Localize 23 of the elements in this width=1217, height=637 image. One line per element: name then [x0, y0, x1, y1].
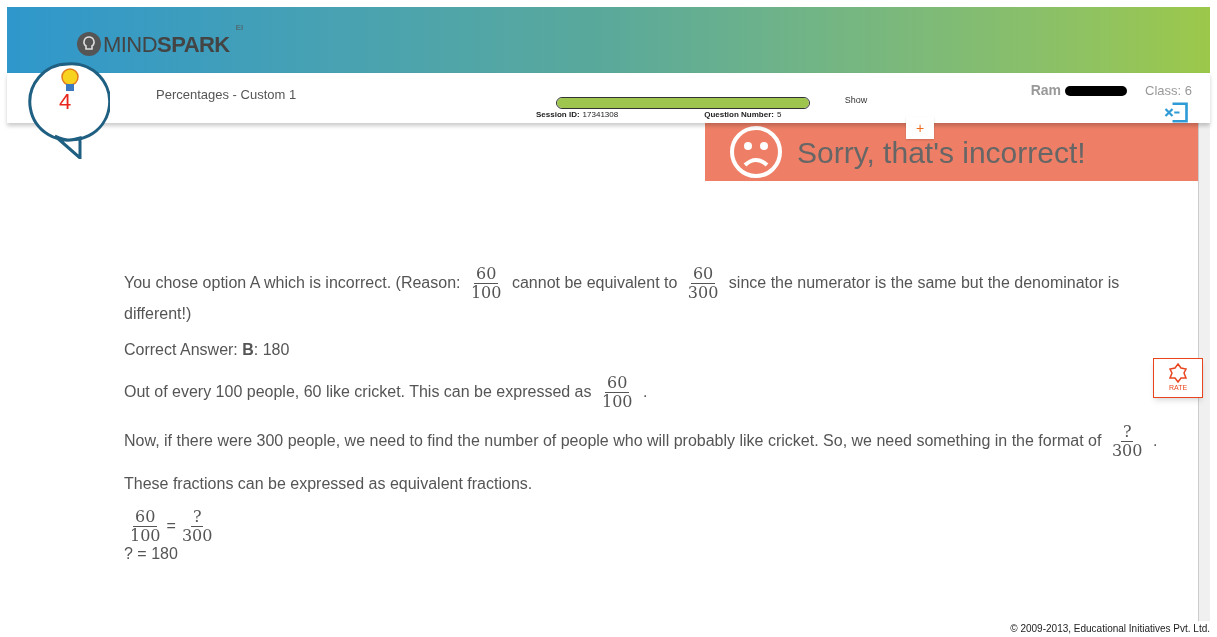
show-button[interactable]: + — [906, 117, 934, 139]
session-id: 17341308 — [582, 109, 619, 121]
user-name: Ram — [1030, 81, 1062, 100]
explanation-text: Correct Answer: B: 180 — [124, 340, 291, 360]
logo-superscript: EI — [235, 22, 244, 34]
explanation-text: These fractions can be expressed as equivalent fractions. — [124, 474, 534, 494]
lightbulb-icon — [77, 32, 101, 56]
redaction-mark — [1065, 85, 1128, 96]
hint-bubble[interactable]: 4 — [28, 61, 110, 159]
lightbulb-icon — [60, 67, 80, 93]
explanation-text: ? = 180 — [124, 545, 179, 563]
question-label: Question Number: — [704, 109, 774, 121]
hint-count: 4 — [59, 91, 72, 113]
logo-text: MINDSPARK — [103, 34, 230, 56]
question-number: 5 — [776, 109, 782, 121]
copyright-text: © 2009-2013, Educational Initiatives Pvt. Ltd. — [1010, 622, 1210, 636]
sad-face-icon — [729, 125, 783, 179]
star-icon — [1168, 362, 1188, 383]
show-label: Show — [844, 94, 868, 107]
scrollbar[interactable] — [1198, 123, 1210, 621]
topic-title: Percentages - Custom 1 — [156, 86, 298, 104]
class-label: Class: 6 — [1145, 81, 1192, 100]
session-label: Session ID: — [536, 109, 580, 121]
